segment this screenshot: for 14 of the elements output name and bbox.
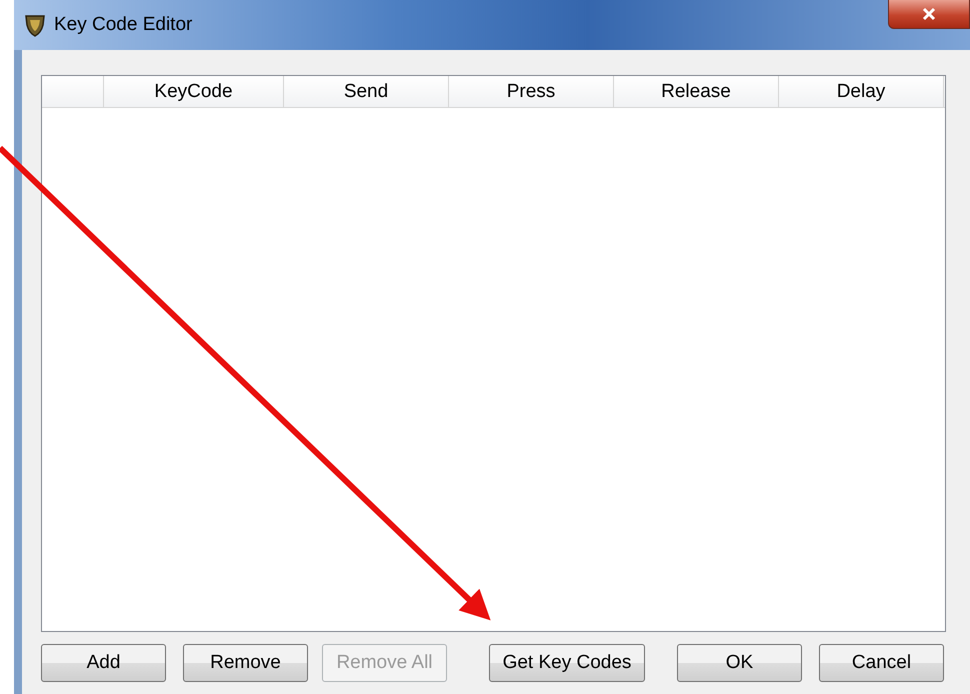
window-title: Key Code Editor: [54, 14, 192, 36]
close-icon: [921, 7, 937, 21]
column-header[interactable]: KeyCode: [104, 76, 284, 107]
dialog-button[interactable]: OK: [677, 644, 802, 682]
column-header[interactable]: Delay: [779, 76, 944, 107]
column-header[interactable]: Release: [614, 76, 779, 107]
dialog-button[interactable]: Remove: [183, 644, 308, 682]
dialog-button[interactable]: Get Key Codes: [489, 644, 645, 682]
column-header[interactable]: Send: [284, 76, 449, 107]
shield-icon: [24, 13, 46, 37]
dialog-button[interactable]: Add: [41, 644, 166, 682]
column-header[interactable]: Press: [449, 76, 614, 107]
dialog-button[interactable]: Cancel: [819, 644, 944, 682]
close-button[interactable]: [888, 0, 970, 29]
